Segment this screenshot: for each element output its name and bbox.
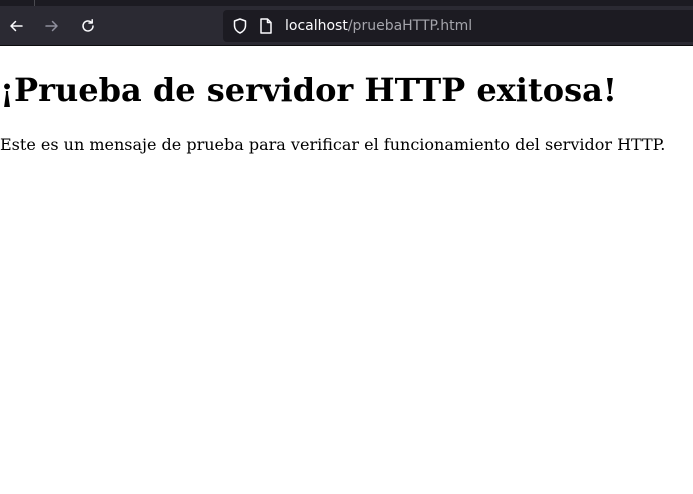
page-heading: ¡Prueba de servidor HTTP exitosa! [0,71,617,109]
reload-icon [82,19,94,32]
page-icon[interactable] [258,17,274,35]
shield-icon[interactable] [231,17,249,35]
reload-button[interactable] [74,12,102,40]
page-message: Este es un mensaje de prueba para verifi… [0,135,666,154]
url-path: /pruebaHTTP.html [347,18,473,34]
url-bar[interactable]: localhost/pruebaHTTP.html [223,10,693,42]
url-text[interactable]: localhost/pruebaHTTP.html [285,17,472,35]
arrow-left-icon [10,20,23,32]
browser-toolbar: localhost/pruebaHTTP.html [0,6,693,46]
arrow-right-icon [45,20,58,32]
url-host: localhost [285,18,348,34]
back-button[interactable] [2,12,30,40]
forward-button[interactable] [38,12,66,40]
